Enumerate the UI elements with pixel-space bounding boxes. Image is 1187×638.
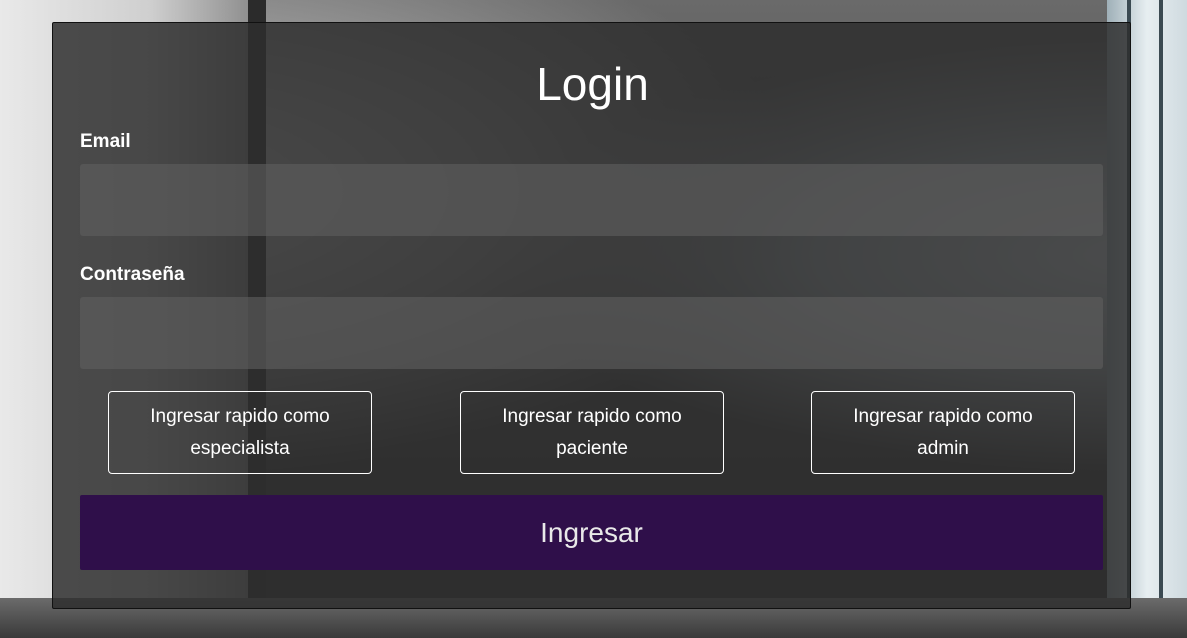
quick-login-admin-label: Ingresar rapido como admin [853,405,1033,459]
quick-login-specialist-button[interactable]: Ingresar rapido como especialista [108,391,372,474]
quick-login-patient-button[interactable]: Ingresar rapido como paciente [460,391,724,474]
password-field[interactable] [80,297,1103,369]
page-title: Login [536,58,649,110]
email-label: Email [80,131,131,152]
quick-login-specialist-label: Ingresar rapido como especialista [150,405,330,459]
email-field[interactable] [80,164,1103,236]
password-label: Contraseña [80,264,185,285]
login-panel: Login Email Contraseña Ingresar rapido c… [52,22,1131,609]
window-mullion [1159,0,1163,638]
submit-login-button[interactable]: Ingresar [80,495,1103,570]
quick-login-patient-label: Ingresar rapido como paciente [502,405,682,459]
quick-login-admin-button[interactable]: Ingresar rapido como admin [811,391,1075,474]
